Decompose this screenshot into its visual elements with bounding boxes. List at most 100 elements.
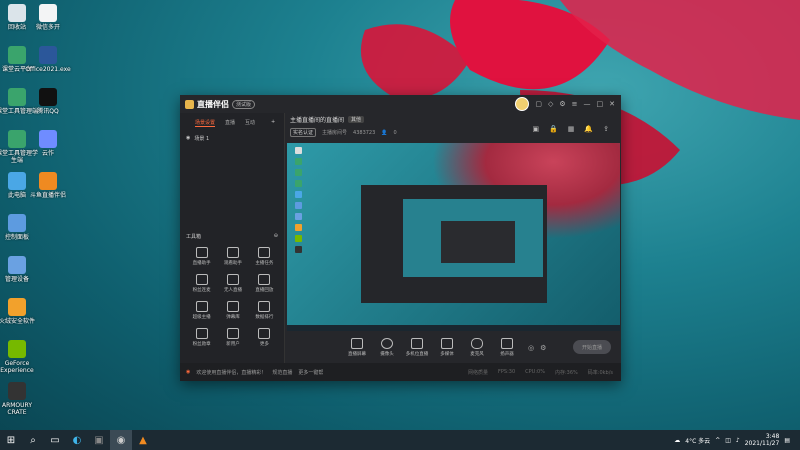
desktop-icon-label: GeForce Experience xyxy=(0,360,34,374)
app-icon xyxy=(8,172,26,190)
taskbar: ⊞ ⌕ ▭ ◐ ▣ ◉ ▲ ☁ 4°C 多云 ^ ◫ ♪ 3:48 2021/1… xyxy=(0,430,800,450)
title-bar[interactable]: 直播伴侣 测试版 ▢ ◇ ⚙ ≡ — □ ✕ xyxy=(180,95,621,113)
app-logo: 直播伴侣 测试版 xyxy=(180,99,256,110)
microphone-button[interactable]: 麦克风 xyxy=(462,338,492,357)
viewer-count: 0 xyxy=(393,129,397,136)
stream-preview[interactable] xyxy=(287,143,620,331)
gift-icon[interactable]: ▣ xyxy=(532,125,539,133)
weather-icon[interactable]: ☁ xyxy=(674,437,680,444)
search-icon[interactable]: ⌕ xyxy=(22,430,44,450)
bell-icon[interactable]: 🔔 xyxy=(584,125,593,133)
close-icon[interactable]: ✕ xyxy=(609,100,615,108)
tool-item[interactable]: 直播助手 xyxy=(186,247,217,266)
record-icon[interactable]: ⚙ xyxy=(540,344,546,352)
tool-item[interactable]: 主播任务 xyxy=(249,247,280,266)
feedback-icon[interactable]: ◇ xyxy=(548,100,553,108)
notifications-icon[interactable]: ▤ xyxy=(784,437,790,444)
minimize-icon[interactable]: — xyxy=(584,100,591,108)
tool-item[interactable]: 粉丝连麦 xyxy=(186,274,217,293)
windows-icon[interactable]: ⊞ xyxy=(0,430,22,450)
desktop-icon[interactable]: 控制面板 xyxy=(0,214,40,241)
visibility-icon[interactable]: ◉ xyxy=(186,135,190,142)
volume-icon[interactable]: ♪ xyxy=(736,437,740,444)
tool-item[interactable]: 更多 xyxy=(249,328,280,347)
desktop-icon-label: Office2021.exe xyxy=(25,66,71,73)
desktop-icon[interactable]: 斗鱼直播伴侣 xyxy=(25,172,71,199)
version-badge: 测试版 xyxy=(232,99,256,109)
effects-icon[interactable]: ◎ xyxy=(528,344,534,352)
tool-item[interactable]: 直播回放 xyxy=(249,274,280,293)
desktop-icon[interactable]: GeForce Experience xyxy=(0,340,40,374)
settings-icon[interactable]: ⚙ xyxy=(559,100,565,108)
tool-icon xyxy=(226,301,239,312)
tool-icon xyxy=(258,247,271,258)
app-logo-icon xyxy=(185,99,194,109)
app-title: 直播伴侣 xyxy=(197,99,229,109)
lock-icon[interactable]: 🔒 xyxy=(549,125,558,133)
weather-text[interactable]: 4°C 多云 xyxy=(685,436,710,445)
desktop-icon[interactable]: 火绒安全软件 xyxy=(0,298,40,325)
obs-icon[interactable]: ◉ xyxy=(110,430,132,450)
preview-desktop-icons xyxy=(295,147,313,257)
user-avatar[interactable] xyxy=(515,97,530,111)
camera-button[interactable]: 摄像头 xyxy=(372,338,402,357)
clock[interactable]: 3:48 2021/11/27 xyxy=(745,433,780,447)
douyu-icon[interactable]: ▲ xyxy=(132,430,154,450)
tab-scene[interactable]: 场景设置 xyxy=(195,119,216,127)
multi-cam-button[interactable]: 多机位直播 xyxy=(402,338,432,357)
share-icon[interactable]: ⇪ xyxy=(603,125,609,133)
tool-item[interactable]: 数据排行 xyxy=(249,301,280,320)
stat-item: 码率:0kb/s xyxy=(587,369,613,376)
media-button[interactable]: 多媒体 xyxy=(432,338,462,357)
verified-badge: 实名认证 xyxy=(290,128,317,137)
network-icon[interactable]: ◫ xyxy=(725,437,731,444)
menu-icon[interactable]: ≡ xyxy=(572,100,578,108)
tab-interact[interactable]: 互动 xyxy=(245,119,255,127)
app-icon xyxy=(8,214,26,232)
screen-capture-button[interactable]: 直播屏幕 xyxy=(342,338,372,357)
notice-link-1[interactable]: 规范直播 xyxy=(272,369,292,376)
tool-item[interactable]: 观看助手 xyxy=(217,247,248,266)
desktop-icon-label: 管理设备 xyxy=(4,276,29,283)
tool-item[interactable]: 弹幕库 xyxy=(217,301,248,320)
scene-item[interactable]: ◉ 场景 1 xyxy=(180,127,284,150)
maximize-icon[interactable]: □ xyxy=(597,100,604,108)
tool-icon xyxy=(258,274,271,285)
desktop-icon[interactable]: Office2021.exe xyxy=(25,46,71,73)
app-icon xyxy=(8,4,26,22)
speaker-button[interactable]: 扬声器 xyxy=(492,338,522,357)
notice-link-2[interactable]: 更多一键帮 xyxy=(298,369,323,376)
start-live-button[interactable]: 开始直播 xyxy=(573,340,611,354)
tool-item[interactable]: 超级主播 xyxy=(186,301,217,320)
message-icon[interactable]: ▢ xyxy=(535,100,542,108)
layout-icon[interactable]: ▦ xyxy=(568,125,575,133)
tools-more-icon[interactable]: ⊖ xyxy=(274,233,278,240)
tool-item[interactable]: 新用户 xyxy=(217,328,248,347)
desktop-icon[interactable]: 管理设备 xyxy=(0,256,40,283)
notice-icon: ◉ xyxy=(186,368,191,375)
tool-icon xyxy=(258,328,271,339)
task-view-icon[interactable]: ▭ xyxy=(44,430,66,450)
tool-item[interactable]: 粉丝勋章 xyxy=(186,328,217,347)
tool-label: 新用户 xyxy=(226,342,240,347)
room-title[interactable]: 主播直播间的直播间 xyxy=(290,115,344,124)
add-scene-icon[interactable]: + xyxy=(271,119,275,127)
app-icon xyxy=(39,46,57,64)
app-icon xyxy=(8,88,26,106)
room-tag[interactable]: 其他 xyxy=(348,116,365,123)
tool-icon xyxy=(195,247,208,258)
desktop-icon[interactable]: 云作 xyxy=(25,130,71,157)
edge-icon[interactable]: ◐ xyxy=(66,430,88,450)
app-icon xyxy=(39,172,57,190)
tool-item[interactable]: 无人直播 xyxy=(217,274,248,293)
tool-label: 数据排行 xyxy=(255,315,274,320)
tool-label: 观看助手 xyxy=(223,261,242,266)
desktop-icon[interactable]: 微信多开 xyxy=(25,4,71,31)
app-icon[interactable]: ▣ xyxy=(88,430,110,450)
tool-label: 无人直播 xyxy=(223,288,242,293)
desktop-icon[interactable]: ARMOURY CRATE xyxy=(0,382,40,416)
desktop-icon[interactable]: 腾讯QQ xyxy=(25,88,71,115)
tray-chevron-icon[interactable]: ^ xyxy=(715,437,720,444)
desktop-icon-label: 微信多开 xyxy=(35,24,60,31)
tab-live[interactable]: 直播 xyxy=(225,119,235,127)
